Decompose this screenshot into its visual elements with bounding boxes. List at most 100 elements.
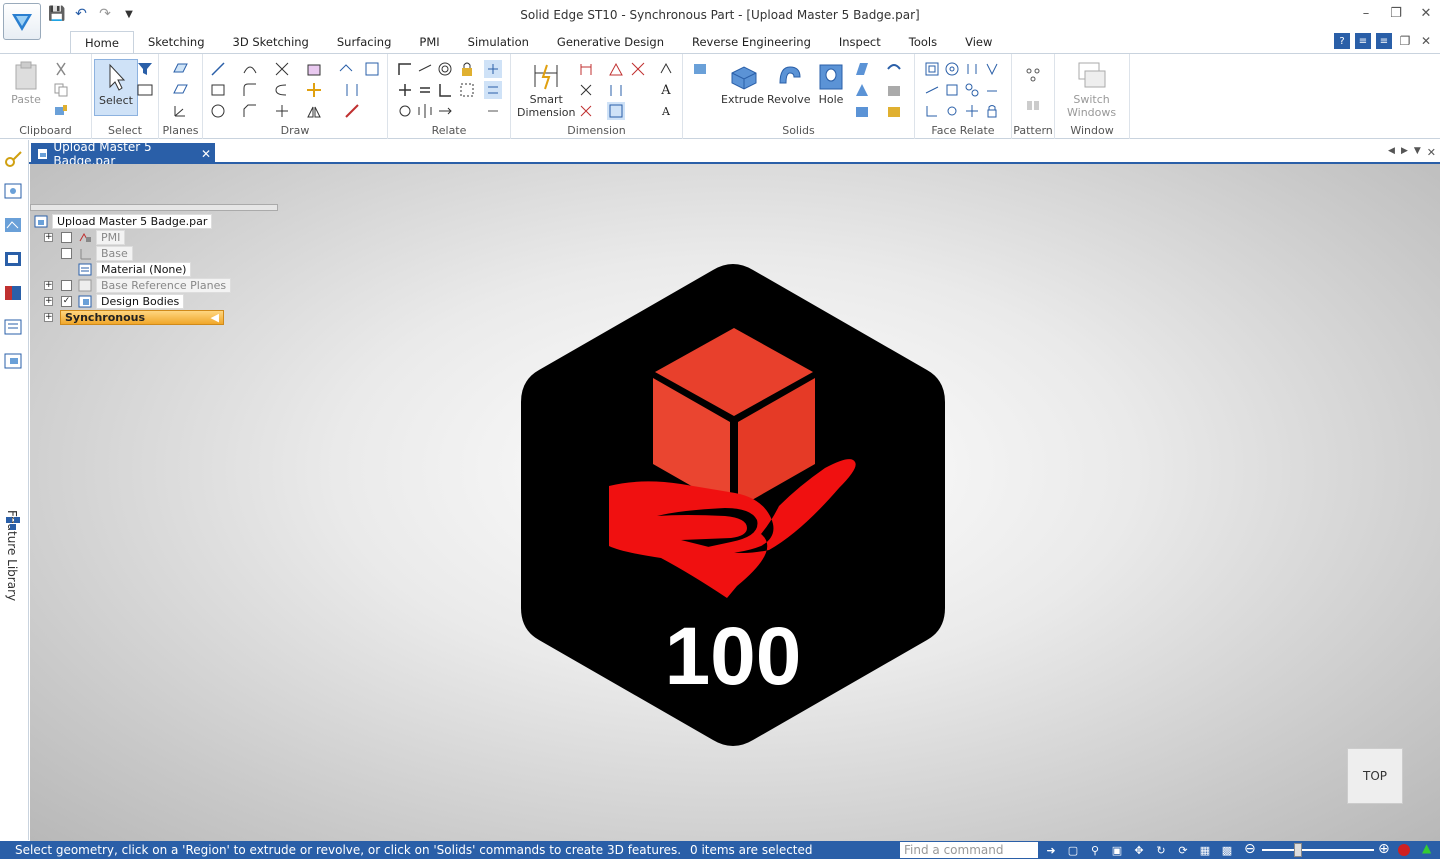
text-style-icon[interactable]: A	[657, 102, 675, 120]
coordinate-dimension-icon[interactable]	[629, 60, 647, 78]
trim-icon[interactable]	[273, 60, 291, 78]
doc-close-icon[interactable]: ✕	[1418, 33, 1434, 49]
tab-close-all-icon[interactable]: ✕	[1427, 146, 1436, 159]
extend-icon[interactable]	[273, 102, 291, 120]
tab-sketching[interactable]: Sketching	[134, 31, 219, 53]
restore-icon[interactable]: ❐	[1388, 6, 1404, 21]
text-annotation-icon[interactable]: A	[657, 81, 675, 99]
selection-filter-icon[interactable]	[136, 60, 154, 78]
fill-icon[interactable]	[305, 60, 323, 78]
zoom-slider-thumb[interactable]	[1294, 843, 1302, 857]
dimension-style-icon[interactable]	[577, 102, 595, 120]
arc-icon[interactable]	[241, 60, 259, 78]
tree-root[interactable]: Upload Master 5 Badge.par	[34, 213, 213, 229]
view-panel-icon[interactable]	[4, 250, 22, 268]
zoom-icon[interactable]: ⚲	[1087, 842, 1103, 858]
offset-face-icon[interactable]	[943, 81, 961, 99]
pathfinder-resize-handle[interactable]	[30, 204, 278, 211]
rotate-icon[interactable]: ↻	[1153, 842, 1169, 858]
perpendicular-face-icon[interactable]	[923, 102, 941, 120]
design-bodies-checkbox[interactable]: ✓	[61, 296, 72, 307]
symmetric-diameter-icon[interactable]	[577, 81, 595, 99]
badge-model[interactable]: 100	[521, 264, 945, 746]
draft-icon[interactable]	[853, 81, 871, 99]
pathfinder-panel-icon[interactable]	[4, 182, 22, 200]
pattern-solid-icon[interactable]	[853, 102, 871, 120]
cut-icon[interactable]	[52, 60, 70, 78]
pattern-icon[interactable]	[1024, 66, 1042, 84]
close-icon[interactable]: ✕	[1418, 6, 1434, 21]
copy-icon[interactable]	[52, 81, 70, 99]
rigid-set-icon[interactable]	[458, 81, 476, 99]
format-painter-icon[interactable]	[52, 102, 70, 120]
coincident-plane-icon[interactable]	[171, 60, 189, 78]
parallel-icon[interactable]	[436, 102, 454, 120]
relate-options-icon[interactable]	[484, 102, 502, 120]
annotation-icon[interactable]	[657, 60, 675, 78]
maintain-relationships-icon[interactable]	[484, 60, 502, 78]
rectangle-icon[interactable]	[209, 81, 227, 99]
fit-icon[interactable]: ▣	[1109, 842, 1125, 858]
expand-synchronous-icon[interactable]: +	[44, 313, 53, 322]
layers-panel-icon[interactable]	[4, 216, 22, 234]
perpendicular-icon[interactable]	[436, 81, 454, 99]
more-planes-icon[interactable]	[171, 81, 189, 99]
mirror-body-icon[interactable]	[1024, 96, 1042, 114]
tab-3d-sketching[interactable]: 3D Sketching	[219, 31, 323, 53]
distance-between-icon[interactable]	[577, 60, 595, 78]
extrude-button[interactable]: Extrude	[721, 59, 764, 106]
tab-reverse-engineering[interactable]: Reverse Engineering	[678, 31, 825, 53]
tab-home[interactable]: Home	[70, 31, 134, 53]
construction-icon[interactable]	[343, 102, 361, 120]
tree-item-base-reference-planes[interactable]: Base Reference Planes	[78, 277, 232, 293]
coordinate-system-icon[interactable]	[171, 102, 189, 120]
add-body-icon[interactable]	[885, 102, 903, 120]
smart-dimension-button[interactable]: Smart Dimension	[517, 59, 575, 119]
switch-windows-button[interactable]: Switch Windows	[1067, 59, 1116, 119]
concentric-icon[interactable]	[436, 60, 454, 78]
colors-panel-icon[interactable]	[4, 284, 22, 302]
zoom-slider[interactable]	[1262, 849, 1374, 851]
tangent-icon[interactable]	[416, 60, 434, 78]
record-icon[interactable]	[1398, 844, 1410, 856]
doc-restore-icon[interactable]: ❐	[1397, 33, 1413, 49]
base-checkbox[interactable]	[61, 248, 72, 259]
collinear-icon[interactable]	[396, 102, 414, 120]
thin-wall-icon[interactable]	[885, 60, 903, 78]
equal-icon[interactable]	[416, 81, 434, 99]
angle-between-icon[interactable]	[607, 60, 625, 78]
pan-icon[interactable]: ✥	[1131, 842, 1147, 858]
line-icon[interactable]	[209, 60, 227, 78]
view-cube[interactable]: TOP	[1347, 748, 1403, 804]
offset-icon[interactable]	[273, 81, 291, 99]
tab-generative-design[interactable]: Generative Design	[543, 31, 678, 53]
ground-icon[interactable]	[943, 102, 961, 120]
expand-design-bodies-icon[interactable]: +	[44, 297, 53, 306]
key-icon[interactable]	[4, 150, 22, 168]
dimension-axis-icon[interactable]	[607, 81, 625, 99]
tab-pmi[interactable]: PMI	[405, 31, 453, 53]
zoom-area-icon[interactable]: ▢	[1065, 842, 1081, 858]
dimension-grid-icon[interactable]	[607, 102, 625, 120]
tree-item-base[interactable]: Base	[78, 245, 133, 261]
tab-simulation[interactable]: Simulation	[454, 31, 543, 53]
relationship-handles-icon[interactable]	[484, 81, 502, 99]
restore-status-icon[interactable]: ▲	[1422, 841, 1431, 855]
tab-scroll-left-icon[interactable]: ◀	[1388, 146, 1395, 159]
zoom-out-icon[interactable]: ⊖	[1244, 841, 1256, 857]
hole-button[interactable]: Hole	[815, 59, 847, 106]
symmetric-icon[interactable]	[416, 102, 434, 120]
revolve-button[interactable]: Revolve	[767, 59, 811, 106]
tab-view[interactable]: View	[951, 31, 1006, 53]
close-tab-icon[interactable]: ✕	[201, 147, 211, 161]
tab-tools[interactable]: Tools	[895, 31, 951, 53]
project-icon[interactable]	[343, 81, 361, 99]
paste-button[interactable]: Paste	[10, 59, 42, 106]
command-finder-input[interactable]: Find a command	[900, 842, 1038, 858]
horizontal-vertical-icon[interactable]	[396, 81, 414, 99]
feature-library-icon[interactable]	[4, 352, 22, 370]
sketch-view-icon[interactable]	[337, 60, 355, 78]
family-of-parts-icon[interactable]	[4, 514, 22, 532]
pmi-checkbox[interactable]	[61, 232, 72, 243]
tree-item-pmi[interactable]: PMI	[78, 229, 126, 245]
